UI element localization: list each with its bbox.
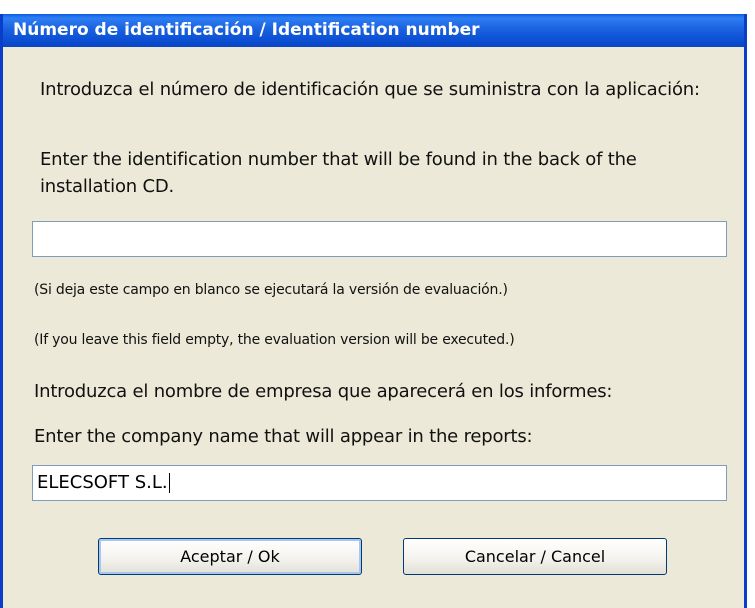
title-bar[interactable]: Número de identificación / Identificatio…: [3, 14, 744, 47]
window-title: Número de identificación / Identificatio…: [13, 20, 480, 40]
company-name-input[interactable]: ELECSOFT S.L.: [32, 465, 727, 501]
identification-number-input[interactable]: [32, 221, 727, 257]
company-name-value: ELECSOFT S.L.: [37, 472, 168, 493]
ok-button[interactable]: Aceptar / Ok: [98, 538, 362, 575]
company-prompt-es: Introduzca el nombre de empresa que apar…: [34, 381, 613, 402]
identification-prompt-es: Introduzca el número de identificación q…: [40, 79, 700, 100]
identification-prompt-en: Enter the identification number that wil…: [40, 149, 637, 197]
identification-note-en: (If you leave this field empty, the eval…: [34, 332, 515, 348]
cancel-button[interactable]: Cancelar / Cancel: [403, 538, 667, 575]
text-caret: [168, 473, 170, 493]
company-prompt-en: Enter the company name that will appear …: [34, 426, 533, 447]
identification-note-es: (Si deja este campo en blanco se ejecuta…: [34, 282, 508, 298]
dialog-window: Número de identificación / Identificatio…: [0, 14, 747, 608]
